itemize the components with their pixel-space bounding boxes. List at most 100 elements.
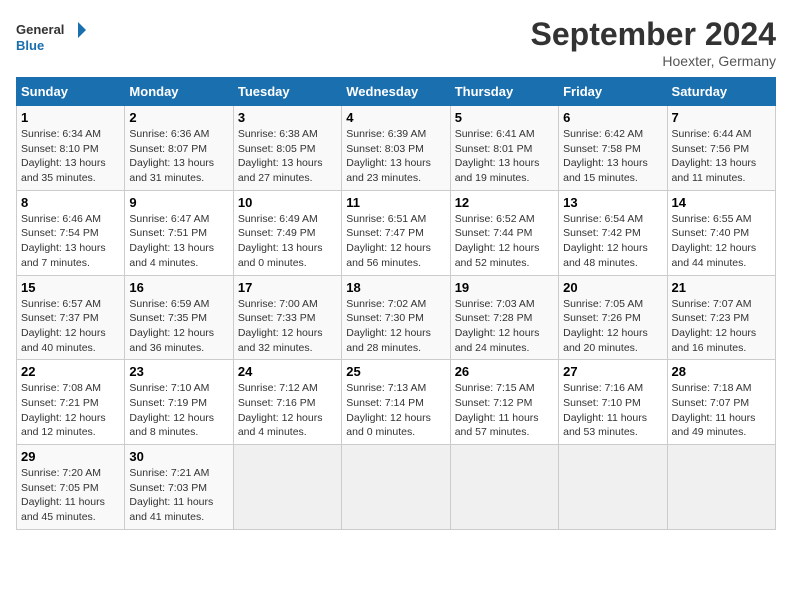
col-sunday: Sunday <box>17 78 125 106</box>
calendar-cell: 15 Sunrise: 6:57 AMSunset: 7:37 PMDaylig… <box>17 275 125 360</box>
calendar-header: Sunday Monday Tuesday Wednesday Thursday… <box>17 78 776 106</box>
day-number: 29 <box>21 449 120 464</box>
day-number: 10 <box>238 195 337 210</box>
calendar-cell: 23 Sunrise: 7:10 AMSunset: 7:19 PMDaylig… <box>125 360 233 445</box>
calendar-cell: 26 Sunrise: 7:15 AMSunset: 7:12 PMDaylig… <box>450 360 558 445</box>
day-number: 27 <box>563 364 662 379</box>
day-info: Sunrise: 7:03 AMSunset: 7:28 PMDaylight:… <box>455 297 554 356</box>
day-number: 26 <box>455 364 554 379</box>
calendar-cell: 7 Sunrise: 6:44 AMSunset: 7:56 PMDayligh… <box>667 106 775 191</box>
day-number: 24 <box>238 364 337 379</box>
calendar-cell: 2 Sunrise: 6:36 AMSunset: 8:07 PMDayligh… <box>125 106 233 191</box>
calendar-cell: 16 Sunrise: 6:59 AMSunset: 7:35 PMDaylig… <box>125 275 233 360</box>
day-number: 19 <box>455 280 554 295</box>
day-number: 8 <box>21 195 120 210</box>
day-info: Sunrise: 6:34 AMSunset: 8:10 PMDaylight:… <box>21 127 120 186</box>
day-info: Sunrise: 7:05 AMSunset: 7:26 PMDaylight:… <box>563 297 662 356</box>
calendar-cell: 6 Sunrise: 6:42 AMSunset: 7:58 PMDayligh… <box>559 106 667 191</box>
calendar-row: 1 Sunrise: 6:34 AMSunset: 8:10 PMDayligh… <box>17 106 776 191</box>
day-info: Sunrise: 6:57 AMSunset: 7:37 PMDaylight:… <box>21 297 120 356</box>
day-number: 4 <box>346 110 445 125</box>
calendar-cell: 5 Sunrise: 6:41 AMSunset: 8:01 PMDayligh… <box>450 106 558 191</box>
empty-cell <box>342 445 450 530</box>
day-number: 14 <box>672 195 771 210</box>
col-thursday: Thursday <box>450 78 558 106</box>
col-tuesday: Tuesday <box>233 78 341 106</box>
day-number: 30 <box>129 449 228 464</box>
calendar-cell: 20 Sunrise: 7:05 AMSunset: 7:26 PMDaylig… <box>559 275 667 360</box>
day-number: 25 <box>346 364 445 379</box>
calendar-cell: 22 Sunrise: 7:08 AMSunset: 7:21 PMDaylig… <box>17 360 125 445</box>
calendar-row: 8 Sunrise: 6:46 AMSunset: 7:54 PMDayligh… <box>17 190 776 275</box>
day-info: Sunrise: 6:59 AMSunset: 7:35 PMDaylight:… <box>129 297 228 356</box>
day-info: Sunrise: 7:18 AMSunset: 7:07 PMDaylight:… <box>672 381 771 440</box>
calendar-row: 29 Sunrise: 7:20 AMSunset: 7:05 PMDaylig… <box>17 445 776 530</box>
logo: General Blue <box>16 16 86 58</box>
day-info: Sunrise: 6:41 AMSunset: 8:01 PMDaylight:… <box>455 127 554 186</box>
day-number: 5 <box>455 110 554 125</box>
calendar-body: 1 Sunrise: 6:34 AMSunset: 8:10 PMDayligh… <box>17 106 776 530</box>
calendar-cell: 27 Sunrise: 7:16 AMSunset: 7:10 PMDaylig… <box>559 360 667 445</box>
day-number: 1 <box>21 110 120 125</box>
day-info: Sunrise: 7:00 AMSunset: 7:33 PMDaylight:… <box>238 297 337 356</box>
day-info: Sunrise: 6:46 AMSunset: 7:54 PMDaylight:… <box>21 212 120 271</box>
day-number: 17 <box>238 280 337 295</box>
day-number: 9 <box>129 195 228 210</box>
calendar-cell: 10 Sunrise: 6:49 AMSunset: 7:49 PMDaylig… <box>233 190 341 275</box>
day-number: 12 <box>455 195 554 210</box>
day-number: 28 <box>672 364 771 379</box>
calendar-cell: 28 Sunrise: 7:18 AMSunset: 7:07 PMDaylig… <box>667 360 775 445</box>
day-number: 3 <box>238 110 337 125</box>
calendar-cell: 17 Sunrise: 7:00 AMSunset: 7:33 PMDaylig… <box>233 275 341 360</box>
header-row: Sunday Monday Tuesday Wednesday Thursday… <box>17 78 776 106</box>
calendar-row: 15 Sunrise: 6:57 AMSunset: 7:37 PMDaylig… <box>17 275 776 360</box>
calendar-cell: 24 Sunrise: 7:12 AMSunset: 7:16 PMDaylig… <box>233 360 341 445</box>
calendar-cell: 3 Sunrise: 6:38 AMSunset: 8:05 PMDayligh… <box>233 106 341 191</box>
calendar-cell: 30 Sunrise: 7:21 AMSunset: 7:03 PMDaylig… <box>125 445 233 530</box>
day-number: 22 <box>21 364 120 379</box>
day-info: Sunrise: 6:38 AMSunset: 8:05 PMDaylight:… <box>238 127 337 186</box>
day-info: Sunrise: 7:13 AMSunset: 7:14 PMDaylight:… <box>346 381 445 440</box>
calendar-cell: 25 Sunrise: 7:13 AMSunset: 7:14 PMDaylig… <box>342 360 450 445</box>
calendar-cell: 8 Sunrise: 6:46 AMSunset: 7:54 PMDayligh… <box>17 190 125 275</box>
calendar-cell: 4 Sunrise: 6:39 AMSunset: 8:03 PMDayligh… <box>342 106 450 191</box>
day-number: 23 <box>129 364 228 379</box>
day-info: Sunrise: 7:10 AMSunset: 7:19 PMDaylight:… <box>129 381 228 440</box>
day-info: Sunrise: 7:15 AMSunset: 7:12 PMDaylight:… <box>455 381 554 440</box>
calendar-cell: 21 Sunrise: 7:07 AMSunset: 7:23 PMDaylig… <box>667 275 775 360</box>
calendar-cell: 11 Sunrise: 6:51 AMSunset: 7:47 PMDaylig… <box>342 190 450 275</box>
day-number: 6 <box>563 110 662 125</box>
svg-text:General: General <box>16 22 64 37</box>
calendar-table: Sunday Monday Tuesday Wednesday Thursday… <box>16 77 776 530</box>
day-number: 7 <box>672 110 771 125</box>
day-number: 16 <box>129 280 228 295</box>
header: General Blue September 2024 Hoexter, Ger… <box>16 16 776 69</box>
col-friday: Friday <box>559 78 667 106</box>
day-number: 11 <box>346 195 445 210</box>
day-number: 20 <box>563 280 662 295</box>
location: Hoexter, Germany <box>531 53 776 69</box>
day-info: Sunrise: 7:08 AMSunset: 7:21 PMDaylight:… <box>21 381 120 440</box>
calendar-row: 22 Sunrise: 7:08 AMSunset: 7:21 PMDaylig… <box>17 360 776 445</box>
month-title: September 2024 <box>531 16 776 53</box>
day-info: Sunrise: 6:39 AMSunset: 8:03 PMDaylight:… <box>346 127 445 186</box>
day-info: Sunrise: 7:16 AMSunset: 7:10 PMDaylight:… <box>563 381 662 440</box>
day-number: 15 <box>21 280 120 295</box>
day-info: Sunrise: 7:21 AMSunset: 7:03 PMDaylight:… <box>129 466 228 525</box>
day-info: Sunrise: 6:44 AMSunset: 7:56 PMDaylight:… <box>672 127 771 186</box>
calendar-cell: 29 Sunrise: 7:20 AMSunset: 7:05 PMDaylig… <box>17 445 125 530</box>
calendar-cell: 18 Sunrise: 7:02 AMSunset: 7:30 PMDaylig… <box>342 275 450 360</box>
day-info: Sunrise: 6:47 AMSunset: 7:51 PMDaylight:… <box>129 212 228 271</box>
day-number: 2 <box>129 110 228 125</box>
day-info: Sunrise: 6:42 AMSunset: 7:58 PMDaylight:… <box>563 127 662 186</box>
day-info: Sunrise: 6:51 AMSunset: 7:47 PMDaylight:… <box>346 212 445 271</box>
day-number: 18 <box>346 280 445 295</box>
day-number: 21 <box>672 280 771 295</box>
empty-cell <box>450 445 558 530</box>
col-wednesday: Wednesday <box>342 78 450 106</box>
calendar-cell: 12 Sunrise: 6:52 AMSunset: 7:44 PMDaylig… <box>450 190 558 275</box>
col-saturday: Saturday <box>667 78 775 106</box>
title-block: September 2024 Hoexter, Germany <box>531 16 776 69</box>
calendar-cell: 13 Sunrise: 6:54 AMSunset: 7:42 PMDaylig… <box>559 190 667 275</box>
day-info: Sunrise: 6:54 AMSunset: 7:42 PMDaylight:… <box>563 212 662 271</box>
